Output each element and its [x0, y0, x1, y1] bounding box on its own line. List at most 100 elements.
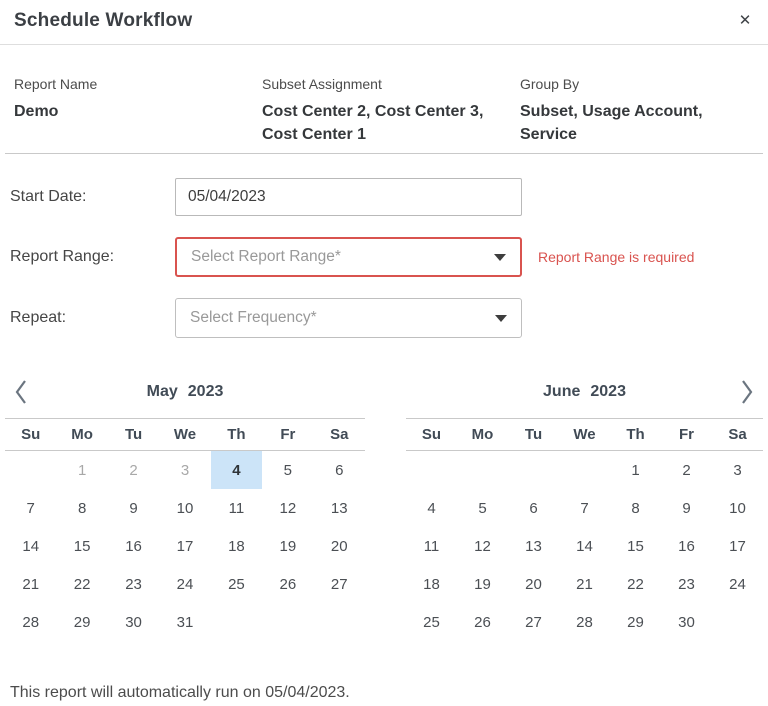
calendar-day[interactable]: 11: [211, 489, 262, 527]
calendar-day[interactable]: 7: [5, 489, 56, 527]
calendar-day[interactable]: 19: [457, 565, 508, 603]
calendar-day[interactable]: 15: [610, 527, 661, 565]
calendar-empty-cell: [5, 451, 56, 489]
day-of-week-header: Sa: [712, 426, 763, 443]
calendar-empty-cell: [457, 451, 508, 489]
calendar-empty-cell: [508, 451, 559, 489]
summary-group-by: Group By Subset, Usage Account, Service: [520, 76, 754, 146]
start-date-label: Start Date:: [10, 188, 175, 206]
calendar-june: June 2023 SuMoTuWeThFrSa 123456789101112…: [406, 366, 763, 641]
prev-month-icon[interactable]: [13, 378, 29, 406]
calendar-day[interactable]: 23: [661, 565, 712, 603]
calendar-day[interactable]: 28: [559, 603, 610, 641]
calendar-day[interactable]: 30: [661, 603, 712, 641]
calendar-day[interactable]: 17: [712, 527, 763, 565]
calendar-day[interactable]: 28: [5, 603, 56, 641]
calendar-day[interactable]: 5: [457, 489, 508, 527]
subset-assignment-value: Cost Center 2, Cost Center 3, Cost Cente…: [262, 100, 484, 146]
calendar-may-header: May 2023: [5, 366, 365, 418]
calendar-day[interactable]: 29: [56, 603, 107, 641]
calendar-day[interactable]: 2: [108, 451, 159, 489]
calendar-day[interactable]: 20: [508, 565, 559, 603]
calendar-day[interactable]: 25: [406, 603, 457, 641]
calendar-day[interactable]: 10: [159, 489, 210, 527]
day-of-week-header: Mo: [457, 426, 508, 443]
calendar-june-year: 2023: [590, 383, 626, 401]
report-range-placeholder: Select Report Range*: [191, 248, 341, 266]
calendar-day[interactable]: 18: [211, 527, 262, 565]
calendar-day[interactable]: 12: [262, 489, 313, 527]
calendar-day[interactable]: 27: [508, 603, 559, 641]
calendar-day[interactable]: 30: [108, 603, 159, 641]
calendar-day[interactable]: 2: [661, 451, 712, 489]
schedule-form: Start Date: Report Range: Select Report …: [0, 154, 768, 338]
calendar-day[interactable]: 4: [406, 489, 457, 527]
calendar-day[interactable]: 14: [559, 527, 610, 565]
summary-report-name: Report Name Demo: [14, 76, 262, 146]
calendar-day[interactable]: 24: [159, 565, 210, 603]
calendar-june-header: June 2023: [406, 366, 763, 418]
calendar-empty-cell: [406, 451, 457, 489]
chevron-down-icon: [494, 254, 506, 261]
calendar-day[interactable]: 1: [56, 451, 107, 489]
calendar-day[interactable]: 17: [159, 527, 210, 565]
calendar-day[interactable]: 24: [712, 565, 763, 603]
chevron-down-icon: [495, 315, 507, 322]
calendar-day[interactable]: 22: [56, 565, 107, 603]
day-of-week-row: SuMoTuWeThFrSa: [406, 418, 763, 451]
calendar-day[interactable]: 3: [712, 451, 763, 489]
calendar-day[interactable]: 10: [712, 489, 763, 527]
calendar-day[interactable]: 27: [314, 565, 365, 603]
calendar-may: May 2023 SuMoTuWeThFrSa 1234567891011121…: [5, 366, 365, 641]
calendar-day[interactable]: 16: [108, 527, 159, 565]
calendar-day[interactable]: 7: [559, 489, 610, 527]
calendar-day[interactable]: 31: [159, 603, 210, 641]
start-date-input[interactable]: [175, 178, 522, 216]
report-range-select[interactable]: Select Report Range*: [175, 237, 522, 277]
page-title: Schedule Workflow: [14, 10, 754, 32]
calendar-day[interactable]: 22: [610, 565, 661, 603]
calendar-day[interactable]: 4: [211, 451, 262, 489]
calendar-day[interactable]: 23: [108, 565, 159, 603]
calendar-day[interactable]: 14: [5, 527, 56, 565]
calendar-day[interactable]: 16: [661, 527, 712, 565]
calendar-day[interactable]: 18: [406, 565, 457, 603]
calendar-day[interactable]: 6: [508, 489, 559, 527]
group-by-value: Subset, Usage Account, Service: [520, 100, 754, 146]
subset-assignment-label: Subset Assignment: [262, 76, 520, 92]
calendar-day[interactable]: 29: [610, 603, 661, 641]
calendar-day[interactable]: 1: [610, 451, 661, 489]
calendar-day[interactable]: 3: [159, 451, 210, 489]
calendar-day[interactable]: 26: [457, 603, 508, 641]
calendar-day[interactable]: 11: [406, 527, 457, 565]
calendar-june-days: 1234567891011121314151617181920212223242…: [406, 451, 763, 641]
calendar-day[interactable]: 19: [262, 527, 313, 565]
calendar-day[interactable]: 15: [56, 527, 107, 565]
calendar-day[interactable]: 8: [610, 489, 661, 527]
calendar-day[interactable]: 20: [314, 527, 365, 565]
calendar-day[interactable]: 13: [508, 527, 559, 565]
calendar-day[interactable]: 9: [661, 489, 712, 527]
calendar-day[interactable]: 8: [56, 489, 107, 527]
calendar-day[interactable]: 12: [457, 527, 508, 565]
repeat-placeholder: Select Frequency*: [190, 309, 317, 327]
group-by-label: Group By: [520, 76, 754, 92]
day-of-week-header: We: [559, 426, 610, 443]
next-month-icon[interactable]: [739, 378, 755, 406]
calendar-day[interactable]: 6: [314, 451, 365, 489]
day-of-week-header: Mo: [56, 426, 107, 443]
day-of-week-header: We: [159, 426, 210, 443]
day-of-week-header: Fr: [661, 426, 712, 443]
day-of-week-header: Su: [406, 426, 457, 443]
calendar-day[interactable]: 26: [262, 565, 313, 603]
calendar-day[interactable]: 21: [5, 565, 56, 603]
calendar-day[interactable]: 25: [211, 565, 262, 603]
repeat-select[interactable]: Select Frequency*: [175, 298, 522, 338]
calendar-day[interactable]: 9: [108, 489, 159, 527]
calendar-day[interactable]: 13: [314, 489, 365, 527]
calendar-day[interactable]: 5: [262, 451, 313, 489]
report-range-label: Report Range:: [10, 248, 175, 266]
close-icon[interactable]: ✕: [734, 9, 756, 31]
calendar-june-month: June: [543, 383, 580, 401]
calendar-day[interactable]: 21: [559, 565, 610, 603]
